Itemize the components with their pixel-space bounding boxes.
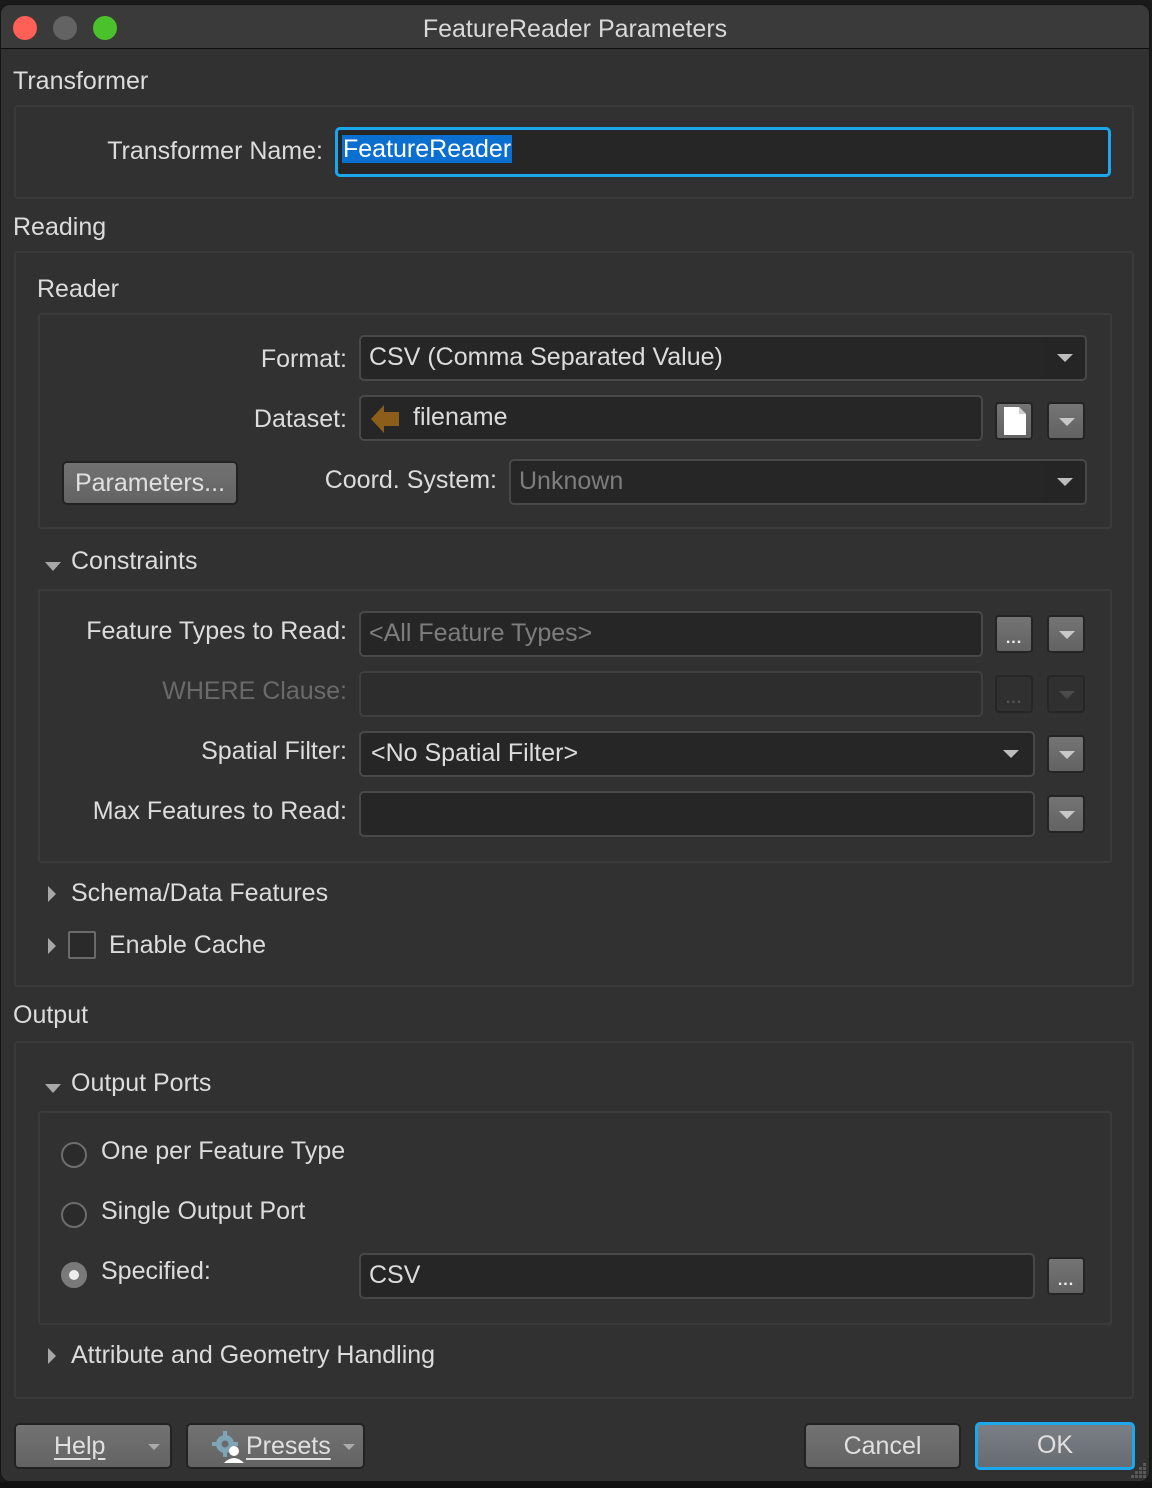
enable-cache-checkbox[interactable] — [68, 931, 96, 959]
spatial-filter-label: Spatial Filter: — [201, 737, 347, 765]
specified-ports-input[interactable]: CSV — [359, 1253, 1035, 1299]
reading-section-label: Reading — [13, 213, 107, 241]
max-features-label: Max Features to Read: — [92, 797, 347, 825]
dataset-label: Dataset: — [253, 405, 347, 433]
disclosure-closed-icon[interactable] — [48, 886, 56, 902]
enable-cache-label: Enable Cache — [109, 931, 267, 959]
chevron-down-icon — [148, 1444, 160, 1450]
ellipsis-icon: ... — [1005, 630, 1023, 647]
resize-grip-icon[interactable] — [1131, 1463, 1147, 1479]
feature-types-placeholder: <All Feature Types> — [369, 619, 593, 647]
presets-button[interactable]: Presets — [186, 1423, 365, 1469]
single-output-port-radio[interactable] — [61, 1202, 87, 1228]
format-label: Format: — [260, 345, 347, 373]
max-features-options-button[interactable] — [1047, 795, 1085, 833]
chevron-down-icon — [1059, 418, 1075, 426]
specified-radio[interactable] — [61, 1262, 87, 1288]
window-title: FeatureReader Parameters — [422, 15, 728, 43]
transformer-section-label: Transformer — [13, 67, 149, 95]
chevron-down-icon — [1059, 751, 1075, 759]
help-button[interactable]: Help — [14, 1423, 172, 1469]
ellipsis-icon: ... — [1005, 690, 1023, 707]
dialog-window: FeatureReader Parameters Transformer Tra… — [0, 4, 1150, 1482]
schema-data-features-toggle[interactable]: Schema/Data Features — [71, 879, 328, 908]
dataset-value: filename — [413, 403, 508, 431]
coord-system-label: Coord. System: — [324, 466, 497, 494]
dataset-input[interactable]: filename — [359, 395, 983, 441]
browse-file-button[interactable] — [995, 402, 1033, 440]
where-clause-input[interactable] — [359, 671, 983, 717]
disclosure-open-icon[interactable] — [45, 562, 61, 571]
chevron-down-icon — [1059, 811, 1075, 819]
transformer-name-input[interactable]: FeatureReader — [335, 127, 1111, 177]
max-features-input[interactable] — [359, 791, 1035, 837]
coord-system-select[interactable]: Unknown — [509, 459, 1087, 505]
output-ports-toggle[interactable]: Output Ports — [71, 1069, 211, 1098]
transformer-name-label: Transformer Name: — [107, 137, 323, 165]
chevron-down-icon — [1045, 337, 1085, 379]
cancel-button[interactable]: Cancel — [804, 1423, 961, 1469]
feature-types-browse-button[interactable]: ... — [995, 615, 1033, 653]
specified-ports-value: CSV — [369, 1261, 421, 1289]
spatial-filter-options-button[interactable] — [1047, 735, 1085, 773]
transformer-name-value: FeatureReader — [342, 135, 513, 163]
reader-group-label: Reader — [37, 275, 119, 303]
feature-types-label: Feature Types to Read: — [86, 617, 347, 645]
disclosure-closed-icon[interactable] — [48, 1348, 56, 1364]
one-per-feature-type-label: One per Feature Type — [101, 1137, 346, 1165]
specified-label: Specified: — [101, 1257, 211, 1285]
dataset-options-button[interactable] — [1047, 402, 1085, 440]
chevron-down-icon — [1045, 461, 1085, 503]
presets-button-label: Presets — [246, 1432, 331, 1460]
chevron-down-icon — [1059, 631, 1075, 639]
chevron-down-icon — [1059, 691, 1075, 699]
chevron-down-icon — [1003, 750, 1019, 758]
format-select[interactable]: CSV (Comma Separated Value) — [359, 335, 1087, 381]
disclosure-closed-icon[interactable] — [48, 938, 56, 954]
one-per-feature-type-radio[interactable] — [61, 1142, 87, 1168]
where-clause-label: WHERE Clause: — [162, 677, 347, 705]
document-icon — [1004, 407, 1026, 435]
background-app-strip — [0, 1482, 1152, 1488]
title-bar[interactable]: FeatureReader Parameters — [1, 5, 1149, 49]
format-value: CSV (Comma Separated Value) — [369, 343, 723, 371]
feature-types-input[interactable]: <All Feature Types> — [359, 611, 983, 657]
spatial-filter-value: <No Spatial Filter> — [371, 739, 579, 767]
attribute-arrow-icon — [371, 405, 399, 433]
constraints-toggle[interactable]: Constraints — [71, 547, 197, 576]
attribute-geometry-handling-toggle[interactable]: Attribute and Geometry Handling — [71, 1341, 435, 1370]
parameters-button[interactable]: Parameters... — [62, 461, 238, 505]
ok-button[interactable]: OK — [975, 1422, 1135, 1470]
output-section-label: Output — [13, 1001, 89, 1029]
help-button-label: Help — [54, 1432, 106, 1460]
single-output-port-label: Single Output Port — [101, 1197, 306, 1225]
spatial-filter-select[interactable]: <No Spatial Filter> — [359, 731, 1035, 777]
where-clause-browse-button[interactable]: ... — [995, 675, 1033, 713]
ellipsis-icon: ... — [1057, 1272, 1075, 1289]
disclosure-open-icon[interactable] — [45, 1084, 61, 1093]
presets-gear-user-icon — [212, 1431, 244, 1463]
where-clause-options-button[interactable] — [1047, 675, 1085, 713]
chevron-down-icon — [343, 1444, 355, 1450]
coord-system-value: Unknown — [519, 467, 624, 495]
specified-ports-browse-button[interactable]: ... — [1047, 1257, 1085, 1295]
feature-types-options-button[interactable] — [1047, 615, 1085, 653]
